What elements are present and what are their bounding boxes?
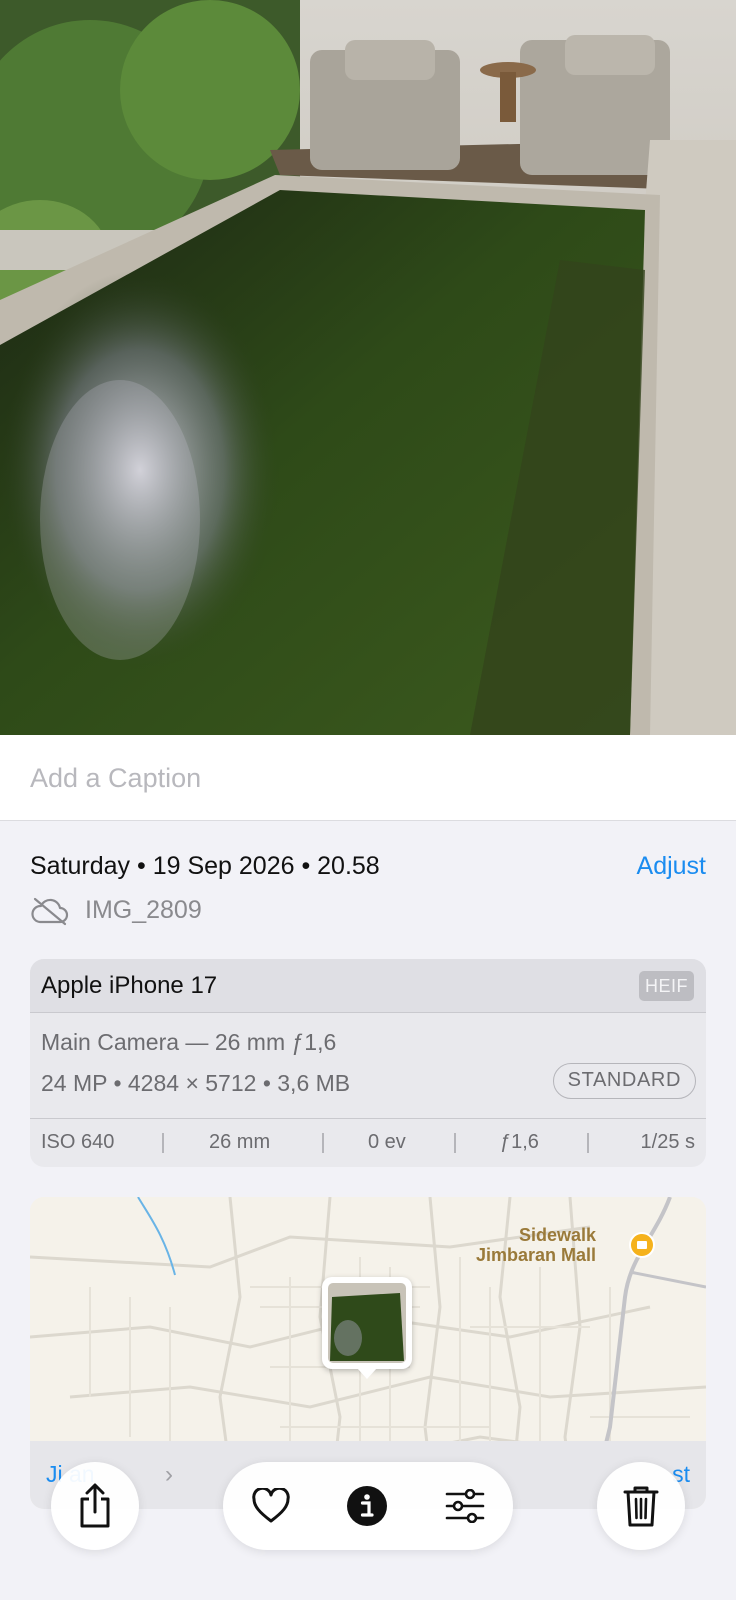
photo-location-pin[interactable] bbox=[322, 1277, 412, 1379]
date-row: Saturday • 19 Sep 2026 • 20.58 Adjust bbox=[30, 852, 706, 888]
cloud-slash-icon bbox=[31, 897, 69, 926]
edit-button[interactable] bbox=[435, 1476, 495, 1536]
device-name: Apple iPhone 17 bbox=[41, 972, 218, 999]
favorite-button[interactable] bbox=[241, 1476, 301, 1536]
exif-focal-length: 26 mm bbox=[209, 1131, 271, 1153]
info-button[interactable] bbox=[337, 1476, 397, 1536]
photo-actions-bar bbox=[223, 1462, 513, 1550]
photo-view[interactable] bbox=[0, 0, 736, 735]
file-name: IMG_2809 bbox=[85, 896, 202, 924]
shopping-pin-icon[interactable] bbox=[629, 1232, 655, 1258]
exif-iso: ISO 640 bbox=[41, 1131, 115, 1153]
exif-divider bbox=[587, 1133, 589, 1153]
caption-field[interactable]: Add a Caption bbox=[0, 735, 736, 821]
exif-divider bbox=[162, 1133, 164, 1153]
photo-mode-badge: STANDARD bbox=[552, 1063, 696, 1099]
sliders-icon bbox=[445, 1489, 485, 1523]
delete-button[interactable] bbox=[597, 1462, 685, 1550]
lens-info: Main Camera — 26 mm ƒ1,6 bbox=[41, 1029, 337, 1055]
exif-divider bbox=[322, 1133, 324, 1153]
format-badge: HEIF bbox=[638, 971, 694, 1001]
pool-photo bbox=[0, 0, 736, 735]
photo-pin-pointer bbox=[357, 1368, 377, 1379]
map-poi-name-line1: Sidewalk bbox=[519, 1225, 597, 1245]
exif-row: ISO 640 26 mm 0 ev ƒ1,6 1/25 s bbox=[30, 1118, 706, 1167]
info-icon bbox=[347, 1486, 387, 1526]
capture-date: Saturday • 19 Sep 2026 • 20.58 bbox=[30, 852, 380, 880]
caption-placeholder: Add a Caption bbox=[30, 763, 202, 793]
camera-header: Apple iPhone 17 HEIF bbox=[30, 959, 706, 1013]
exif-aperture: ƒ1,6 bbox=[500, 1131, 539, 1153]
adjust-date-button[interactable]: Adjust bbox=[637, 852, 706, 881]
chevron-right-icon: › bbox=[165, 1461, 173, 1488]
exif-shutter: 1/25 s bbox=[640, 1131, 695, 1153]
trash-icon bbox=[623, 1486, 659, 1527]
image-specs: 24 MP • 4284 × 5712 • 3,6 MB bbox=[41, 1070, 351, 1096]
camera-info-card: Apple iPhone 17 HEIF Main Camera — 26 mm… bbox=[30, 959, 706, 1167]
exif-divider bbox=[454, 1133, 456, 1153]
exif-exposure: 0 ev bbox=[368, 1131, 406, 1153]
map-poi-label: Sidewalk Jimbaran Mall bbox=[476, 1225, 596, 1265]
photo-thumbnail bbox=[328, 1283, 406, 1363]
map-poi-name-line2: Jimbaran Mall bbox=[476, 1245, 597, 1265]
share-button[interactable] bbox=[51, 1462, 139, 1550]
heart-icon bbox=[252, 1488, 290, 1523]
share-icon bbox=[80, 1483, 110, 1528]
